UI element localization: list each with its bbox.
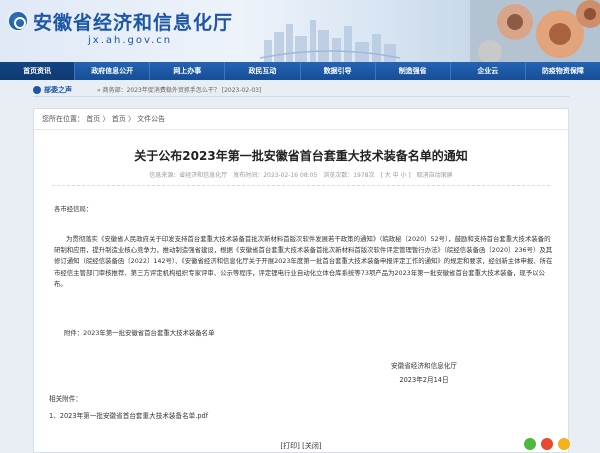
nav-online-service[interactable]: 网上办事 [150, 62, 226, 80]
close-button[interactable]: [关闭] [302, 442, 321, 450]
nav-enterprise-cloud[interactable]: 企业云 [451, 62, 526, 80]
signature-org: 安徽省经济和信息化厅 [391, 362, 457, 370]
steel-coils-illustration [470, 0, 600, 62]
wechat-icon[interactable] [524, 438, 536, 450]
breadcrumb-home-2[interactable]: 首页 [112, 115, 126, 123]
article-actions: [打印] [关闭] [34, 441, 568, 451]
nav-epidemic-supplies[interactable]: 防疫物资保障 [526, 62, 600, 80]
meta-views: 浏览次数：1978次 [323, 172, 375, 179]
attachment-line: 附件：2023年第一批安徽省首台套重大技术装备名单 [64, 329, 215, 337]
signature-date: 2023年2月14日 [399, 376, 449, 384]
font-size-switcher[interactable]: [ 大 中 小 ] [380, 172, 410, 179]
site-title[interactable]: 安徽省经济和信息化厅 [33, 8, 233, 35]
article-meta: 信息来源：省经济和信息化厅 发布时间：2023-02-16 08:05 浏览次数… [34, 170, 568, 179]
site-domain: jx.ah.gov.cn [88, 35, 173, 46]
strip-news-link[interactable]: » 商务部：2023年促消费稳外贸抓手怎么干？ [2023-02-03] [97, 85, 261, 94]
pdf-link[interactable]: 1、2023年第一批安徽省首台套重大技术装备名单.pdf [49, 412, 208, 420]
government-emblem-icon [7, 10, 29, 32]
divider [52, 185, 550, 186]
breadcrumb-prefix: 您所在位置： [42, 115, 84, 123]
print-button[interactable]: [打印] [280, 442, 299, 450]
meta-source: 信息来源：省经济和信息化厅 [149, 172, 228, 179]
article-container: 您所在位置： 首页 〉 首页 〉 文件公告 关于公布2023年第一批安徽省首台套… [33, 108, 570, 453]
nav-gov-info[interactable]: 政府信息公开 [75, 62, 151, 80]
share-bar [524, 438, 570, 450]
weibo-icon[interactable] [541, 438, 553, 450]
header-banner: 安徽省经济和信息化厅 jx.ah.gov.cn [0, 0, 600, 62]
article-title: 关于公布2023年第一批安徽省首台套重大技术装备名单的通知 [134, 149, 468, 163]
article-body: 为贯彻落实《安徽省人民政府关于印发支持首台套重大技术装备首批次新材料首版次软件发… [54, 235, 553, 288]
breadcrumb-separator: 〉 [127, 115, 138, 123]
breadcrumb-home[interactable]: 首页 [86, 115, 100, 123]
main-nav: 首页资讯 政府信息公开 网上办事 政民互动 数据引导 制造强省 企业云 防疫物资… [0, 62, 600, 80]
ministry-news-strip: 部委之声 » 商务部：2023年促消费稳外贸抓手怎么干？ [2023-02-03… [33, 83, 569, 97]
greeting: 各市经信局： [54, 205, 93, 213]
breadcrumb-file-notice[interactable]: 文件公告 [137, 115, 165, 123]
breadcrumb: 您所在位置： 首页 〉 首页 〉 文件公告 [42, 114, 165, 124]
signature: 安徽省经济和信息化厅 2023年2月14日 [364, 359, 484, 387]
qzone-icon[interactable] [558, 438, 570, 450]
related-attachments-label: 相关附件： [49, 395, 82, 403]
nav-interaction[interactable]: 政民互动 [225, 62, 301, 80]
city-skyline-illustration [260, 20, 400, 62]
divider [34, 129, 568, 130]
nav-home[interactable]: 首页资讯 [0, 62, 76, 80]
megaphone-icon [33, 86, 41, 94]
strip-label: 部委之声 [44, 86, 72, 94]
related-file-link[interactable]: 1、2023年第一批安徽省首台套重大技术装备名单.pdf [49, 410, 208, 420]
breadcrumb-separator: 〉 [102, 115, 112, 123]
nav-data-guide[interactable]: 数据引导 [301, 62, 376, 80]
autoscroll-toggle[interactable]: 取消自动滚屏 [417, 172, 453, 179]
nav-manufacturing[interactable]: 制造强省 [376, 62, 451, 80]
meta-date: 发布时间：2023-02-16 08:05 [233, 172, 318, 179]
